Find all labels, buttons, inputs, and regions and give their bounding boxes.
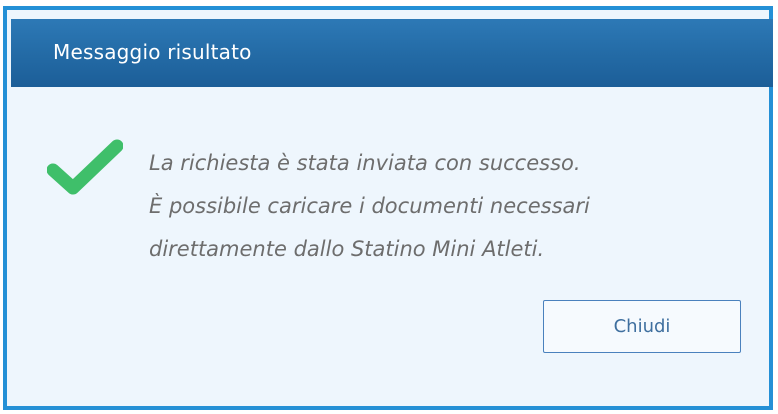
dialog-titlebar: Messaggio risultato <box>11 19 773 87</box>
message-line: La richiesta è stata inviata con success… <box>149 151 581 175</box>
message-line: direttamente dallo Statino Mini Atleti. <box>149 237 545 261</box>
message-line: È possibile caricare i documenti necessa… <box>149 194 590 218</box>
close-button[interactable]: Chiudi <box>543 300 741 353</box>
check-icon <box>47 139 123 195</box>
result-message: La richiesta è stata inviata con success… <box>149 142 749 271</box>
result-dialog: Messaggio risultato La richiesta è stata… <box>3 6 773 410</box>
dialog-title: Messaggio risultato <box>53 40 252 64</box>
